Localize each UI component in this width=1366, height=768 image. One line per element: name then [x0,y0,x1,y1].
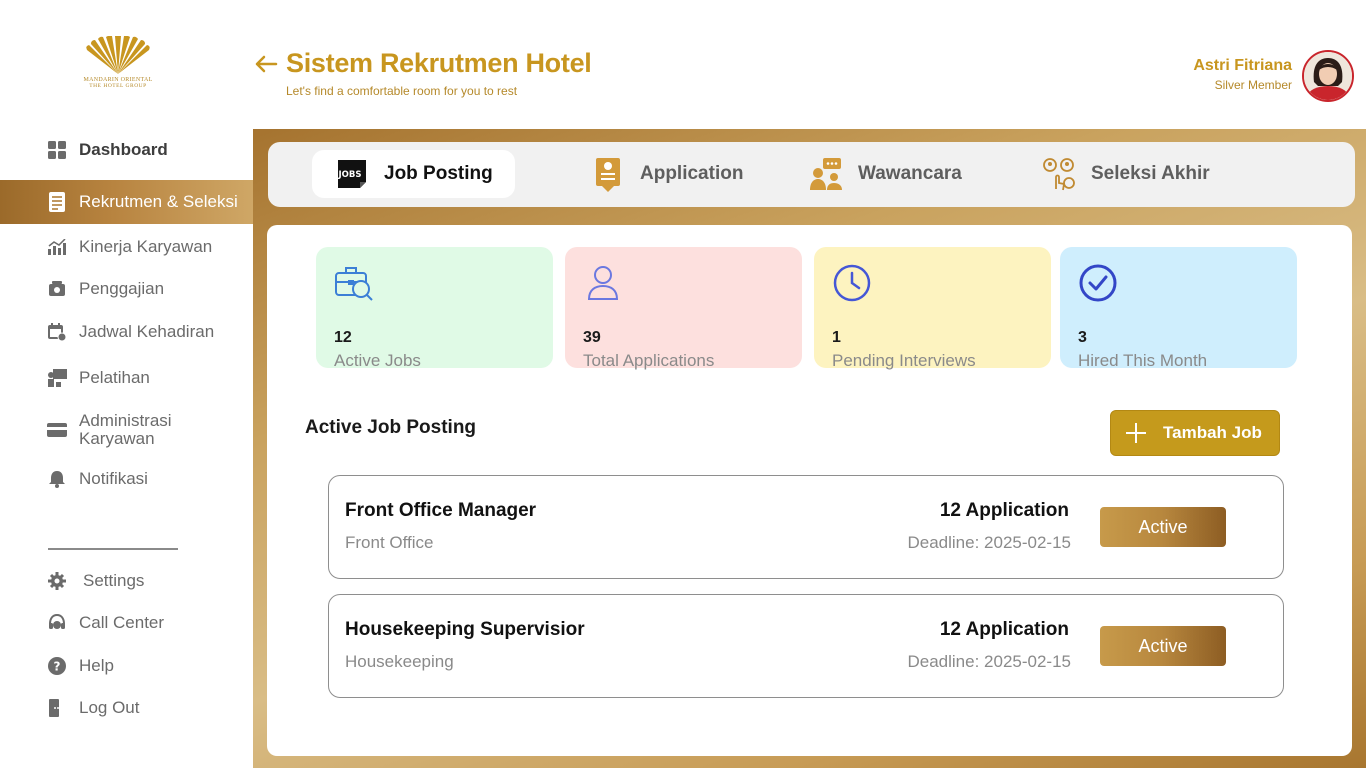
stat-value: 39 [583,329,601,346]
calendar-icon [47,322,67,342]
svg-text:?: ? [54,660,61,674]
stat-label: Total Applications [583,351,715,370]
tab-wawancara[interactable]: Wawancara [808,150,962,198]
logout-icon [47,698,67,718]
check-circle-icon [1078,263,1118,303]
document-icon [47,192,67,212]
sidebar-item-label: Kinerja Karyawan [79,237,213,256]
job-applications: 12 Application [939,500,1069,521]
stat-value: 12 [334,329,352,346]
tab-job-posting[interactable]: JOBS Job Posting [312,150,515,198]
sidebar-item-help[interactable]: ? Help [0,644,253,688]
add-job-label: Tambah Job [1163,423,1262,442]
tab-label: Seleksi Akhir [1091,163,1210,184]
bell-icon [47,469,67,489]
sidebar-item-kinerja[interactable]: Kinerja Karyawan [0,225,253,269]
clock-icon [832,263,872,303]
sidebar-item-label: Pelatihan [79,368,150,387]
money-icon [47,279,67,299]
sidebar-item-label: Log Out [79,698,140,717]
job-card[interactable]: Housekeeping Supervisior Housekeeping 12… [328,594,1284,698]
sidebar-item-label: Settings [83,571,145,590]
sidebar-item-settings[interactable]: Settings [0,559,253,603]
tab-bar: JOBS Job Posting Application Wawancara S… [268,142,1355,207]
sidebar-item-pelatihan[interactable]: Pelatihan [0,356,253,400]
sidebar-item-label: Jadwal Kehadiran [79,322,215,341]
sidebar-item-label: Notifikasi [79,469,148,488]
person-icon [583,263,623,303]
chart-icon [47,237,67,257]
briefcase-search-icon [334,263,374,303]
job-department: Housekeeping [345,652,454,671]
application-icon [590,156,626,192]
tab-label: Application [640,163,744,184]
job-card[interactable]: Front Office Manager Front Office 12 App… [328,475,1284,579]
stat-label: Hired This Month [1078,351,1208,370]
sidebar-item-label: Administrasi Karyawan [79,411,172,448]
sidebar-item-rekrutmen[interactable]: Rekrutmen & Seleksi [0,180,253,224]
tab-label: Wawancara [858,163,962,184]
training-icon [47,368,67,388]
sidebar-item-dashboard[interactable]: Dashboard [0,128,253,172]
stat-value: 1 [832,329,841,346]
fan-logo-icon [86,36,150,74]
sidebar-item-penggajian[interactable]: Penggajian [0,267,253,311]
stat-card-hired-this-month: 3 Hired This Month [1060,247,1297,370]
back-arrow-icon[interactable] [254,52,278,76]
tab-application[interactable]: Application [590,150,743,198]
user-membership: Silver Member [1214,78,1292,92]
sidebar-item-jadwal[interactable]: Jadwal Kehadiran [0,310,253,354]
card-icon [47,420,67,440]
tab-label: Job Posting [384,163,493,184]
grid-icon [47,140,67,160]
gear-icon [47,571,67,591]
sidebar-item-logout[interactable]: Log Out [0,686,253,730]
stat-label: Active Jobs [334,351,421,370]
sidebar-item-call-center[interactable]: Call Center [0,601,253,645]
sidebar-item-label: Call Center [79,613,165,632]
job-deadline: Deadline: 2025-02-15 [907,652,1071,671]
sidebar-item-notifikasi[interactable]: Notifikasi [0,457,253,501]
status-button[interactable]: Active [1100,626,1226,666]
interview-icon [808,156,844,192]
job-title: Front Office Manager [345,500,537,521]
sidebar-item-label: Rekrutmen & Seleksi [79,192,238,211]
stat-card-active-jobs: 12 Active Jobs [316,247,553,370]
job-title: Housekeeping Supervisior [345,619,585,640]
job-department: Front Office [345,533,434,552]
stat-card-total-applications: 39 Total Applications [565,247,802,370]
selection-icon [1041,156,1077,192]
jobs-icon: JOBS [334,156,370,192]
add-job-button[interactable]: Tambah Job [1110,410,1280,456]
svg-text:JOBS: JOBS [338,170,362,180]
plus-icon [1123,420,1149,446]
stat-value: 3 [1078,329,1087,346]
status-button[interactable]: Active [1100,507,1226,547]
user-name: Astri Fitriana [1193,57,1292,74]
tab-seleksi-akhir[interactable]: Seleksi Akhir [1041,150,1210,198]
stat-label: Pending Interviews [832,351,976,370]
sidebar-item-label: Dashboard [79,140,168,159]
sidebar: MANDARIN ORIENTAL THE HOTEL GROUP Dashbo… [0,0,253,768]
sidebar-item-label: Penggajian [79,279,165,298]
brand-tagline: THE HOTEL GROUP [89,83,147,89]
brand-logo[interactable]: MANDARIN ORIENTAL THE HOTEL GROUP [78,36,158,100]
job-deadline: Deadline: 2025-02-15 [907,533,1071,552]
sidebar-item-label: Help [79,656,114,675]
page-title: Sistem Rekrutmen Hotel [286,48,592,78]
page-subtitle: Let's find a comfortable room for you to… [286,84,518,98]
headset-icon [47,613,67,633]
section-title: Active Job Posting [305,417,477,438]
job-applications: 12 Application [939,619,1069,640]
help-icon: ? [47,656,67,676]
sidebar-item-administrasi[interactable]: Administrasi Karyawan [0,408,253,452]
sidebar-divider [48,548,178,550]
avatar[interactable] [1302,50,1354,102]
stat-card-pending-interviews: 1 Pending Interviews [814,247,1051,370]
